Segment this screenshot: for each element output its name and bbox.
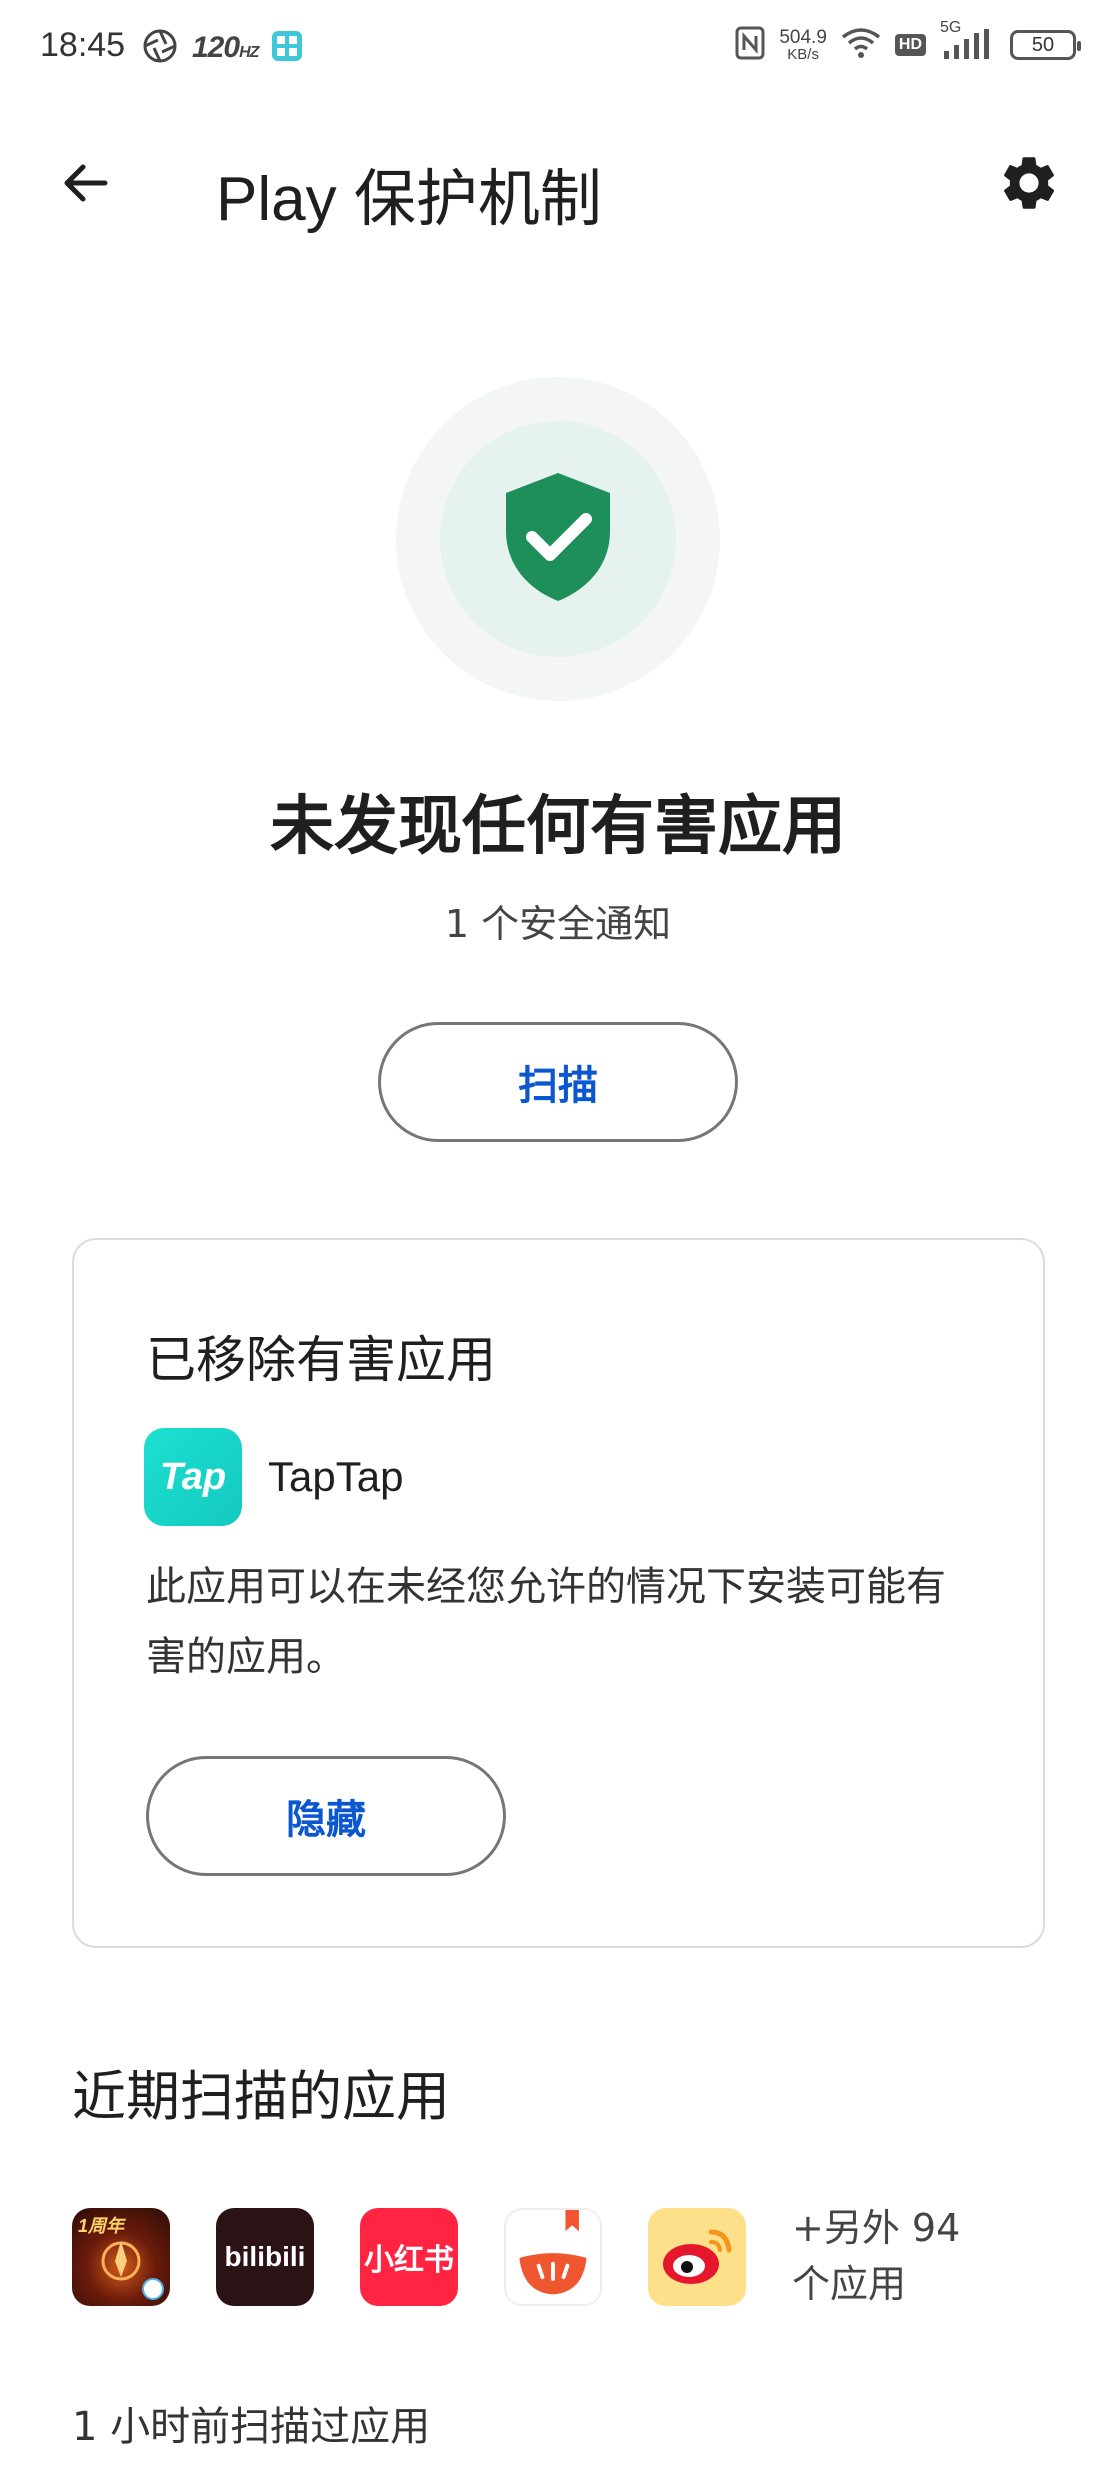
back-button[interactable] [50, 150, 120, 220]
game-app-icon: 1周年 [72, 2208, 170, 2306]
bilibili-app-icon: bilibili [216, 2208, 314, 2306]
card-title: 已移除有害应用 [146, 1331, 496, 1389]
removed-app-name: TapTap [268, 1453, 404, 1500]
hide-button[interactable]: 隐藏 [146, 1756, 506, 1876]
more-apps-count[interactable]: +另外 94 个应用 [792, 2200, 992, 2312]
security-notice-count[interactable]: 1 个安全通知 [0, 893, 1116, 948]
app-bar: Play 保护机制 [0, 120, 1116, 250]
last-scan-time: 1 小时前扫描过应用 [72, 2404, 431, 2450]
nfc-icon [735, 26, 765, 64]
gear-icon [997, 151, 1061, 219]
net-speed: 504.9 KB/s [779, 27, 827, 63]
weibo-app-icon [648, 2208, 746, 2306]
hd-badge: HD [894, 34, 926, 56]
signal-icon: 5G [940, 19, 996, 61]
taptap-app-icon: Tap [144, 1428, 242, 1526]
protection-status-title: 未发现任何有害应用 [270, 790, 846, 864]
tomato-novel-app-icon [504, 2208, 602, 2306]
recent-apps-list: 1周年 bilibili 小红书 [72, 2208, 746, 2306]
wifi-icon [841, 27, 881, 63]
arrow-back-icon [57, 155, 113, 215]
removed-app-card: 已移除有害应用 Tap TapTap 此应用可以在未经您允许的情况下安装可能有害… [72, 1238, 1045, 1948]
page-title: Play 保护机制 [216, 165, 602, 234]
qr-app-icon [272, 31, 303, 65]
status-right-icons: 504.9 KB/s HD 5G 50 [735, 19, 1081, 64]
settings-button[interactable] [992, 148, 1066, 222]
shield-circle [440, 421, 676, 657]
scan-button[interactable]: 扫描 [378, 1022, 738, 1142]
status-left-icons: 120HZ [142, 28, 303, 68]
removed-app-description: 此应用可以在未经您允许的情况下安装可能有害的应用。 [146, 1564, 946, 1680]
refresh-rate-label: 120HZ [192, 31, 259, 64]
aperture-icon [142, 28, 178, 68]
battery-indicator: 50 [1010, 30, 1081, 60]
removed-app-row: Tap TapTap [144, 1428, 403, 1526]
shield-check-icon [500, 469, 616, 609]
status-bar: 18:45 120HZ 504.9 KB/s HD 5G 50 [0, 0, 1116, 100]
xiaohongshu-app-icon: 小红书 [360, 2208, 458, 2306]
recent-scanned-title: 近期扫描的应用 [72, 2065, 450, 2128]
status-time: 18:45 [40, 26, 126, 64]
